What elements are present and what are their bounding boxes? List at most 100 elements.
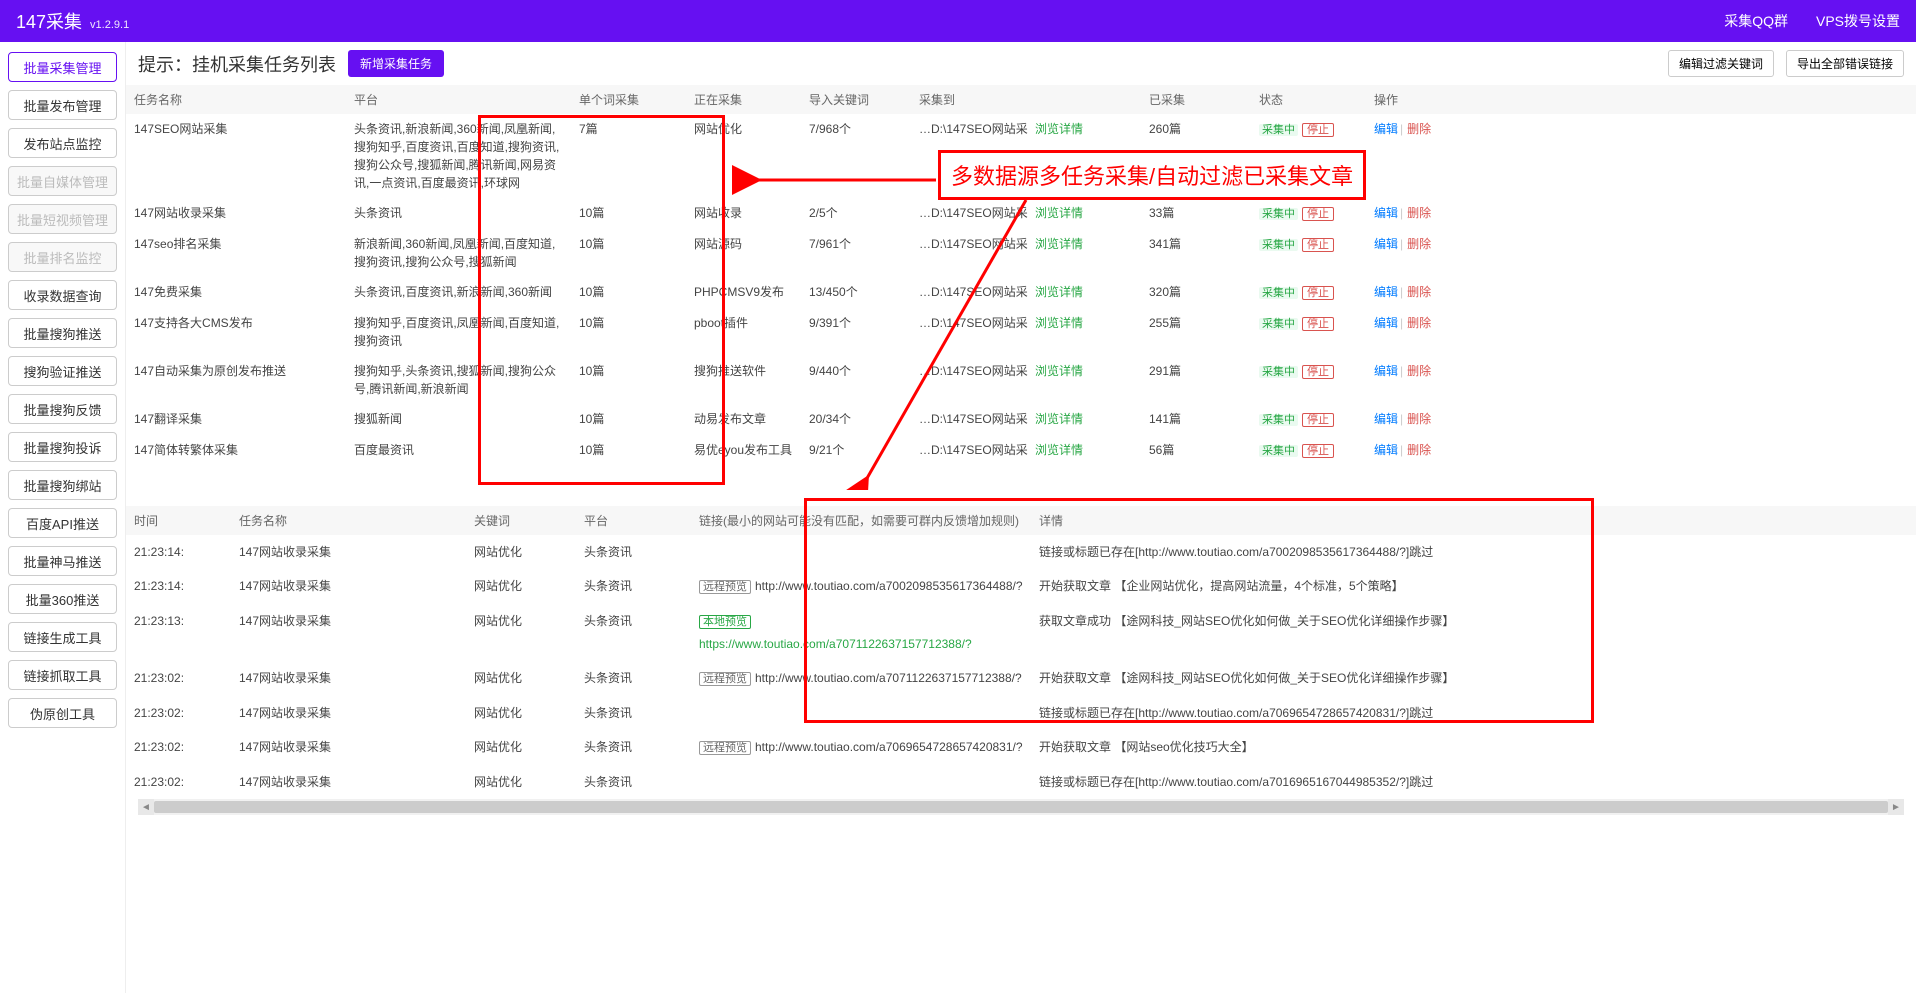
- sidebar-item-7[interactable]: 批量搜狗推送: [8, 318, 117, 348]
- remote-preview-badge[interactable]: 远程预览: [699, 741, 751, 755]
- stop-button[interactable]: 停止: [1302, 286, 1334, 300]
- task-name: 147seo排名采集: [126, 229, 346, 277]
- delete-link[interactable]: 删除: [1407, 206, 1431, 220]
- toolbar-hint: 提示：挂机采集任务列表: [138, 51, 336, 77]
- log-platform: 头条资讯: [576, 696, 691, 730]
- sidebar-item-6[interactable]: 收录数据查询: [8, 280, 117, 310]
- sidebar-item-12[interactable]: 百度API推送: [8, 508, 117, 538]
- status-badge: 采集中: [1259, 366, 1298, 378]
- task-row: 147支持各大CMS发布搜狗知乎,百度资讯,凤凰新闻,百度知道,搜狗资讯10篇p…: [126, 308, 1916, 356]
- log-url: http://www.toutiao.com/a7069654728657420…: [755, 740, 1023, 754]
- task-count: 56篇: [1141, 435, 1251, 466]
- sidebar-item-10[interactable]: 批量搜狗投诉: [8, 432, 117, 462]
- scroll-right-button[interactable]: ►: [1888, 799, 1904, 815]
- stop-button[interactable]: 停止: [1302, 365, 1334, 379]
- log-col-platform: 平台: [576, 506, 691, 535]
- scroll-thumb[interactable]: [154, 801, 1888, 813]
- sidebar-item-9[interactable]: 批量搜狗反馈: [8, 394, 117, 424]
- delete-link[interactable]: 删除: [1407, 316, 1431, 330]
- detail-link[interactable]: 浏览详情: [1035, 364, 1083, 378]
- task-ops: 编辑|删除: [1366, 404, 1916, 435]
- task-status: 采集中停止: [1251, 198, 1366, 229]
- scroll-left-button[interactable]: ◄: [138, 799, 154, 815]
- remote-preview-badge[interactable]: 远程预览: [699, 672, 751, 686]
- delete-link[interactable]: 删除: [1407, 122, 1431, 136]
- remote-preview-badge[interactable]: 远程预览: [699, 580, 751, 594]
- sidebar-item-0[interactable]: 批量采集管理: [8, 52, 117, 82]
- edit-link[interactable]: 编辑: [1374, 285, 1398, 299]
- delete-link[interactable]: 删除: [1407, 412, 1431, 426]
- col-platform: 平台: [346, 85, 571, 114]
- sidebar-item-1[interactable]: 批量发布管理: [8, 90, 117, 120]
- stop-button[interactable]: 停止: [1302, 238, 1334, 252]
- detail-link[interactable]: 浏览详情: [1035, 237, 1083, 251]
- stop-button[interactable]: 停止: [1302, 317, 1334, 331]
- task-row: 147免费采集头条资讯,百度资讯,新浪新闻,360新闻10篇PHPCMSV9发布…: [126, 277, 1916, 308]
- filter-keywords-button[interactable]: 编辑过滤关键词: [1668, 50, 1774, 77]
- sidebar-item-15[interactable]: 链接生成工具: [8, 622, 117, 652]
- sidebar-item-3: 批量自媒体管理: [8, 166, 117, 196]
- sidebar-item-8[interactable]: 搜狗验证推送: [8, 356, 117, 386]
- delete-link[interactable]: 删除: [1407, 443, 1431, 457]
- col-imp: 导入关键词: [801, 85, 911, 114]
- edit-link[interactable]: 编辑: [1374, 443, 1398, 457]
- sidebar-item-14[interactable]: 批量360推送: [8, 584, 117, 614]
- edit-link[interactable]: 编辑: [1374, 206, 1398, 220]
- log-time: 21:23:02:: [126, 730, 231, 765]
- delete-link[interactable]: 删除: [1407, 364, 1431, 378]
- detail-link[interactable]: 浏览详情: [1035, 316, 1083, 330]
- task-row: 147翻译采集搜狐新闻10篇动易发布文章20/34个…D:\147SEO网站采 …: [126, 404, 1916, 435]
- detail-link[interactable]: 浏览详情: [1035, 122, 1083, 136]
- col-name: 任务名称: [126, 85, 346, 114]
- sidebar-item-17[interactable]: 伪原创工具: [8, 698, 117, 728]
- edit-link[interactable]: 编辑: [1374, 316, 1398, 330]
- task-single: 10篇: [571, 308, 686, 356]
- task-name: 147支持各大CMS发布: [126, 308, 346, 356]
- log-col-link: 链接(最小的网站可能没有匹配，如需要可群内反馈增加规则): [691, 506, 1031, 535]
- log-col-name: 任务名称: [231, 506, 466, 535]
- log-platform: 头条资讯: [576, 730, 691, 765]
- log-kw: 网站优化: [466, 696, 576, 730]
- add-task-button[interactable]: 新增采集任务: [348, 50, 444, 77]
- detail-link[interactable]: 浏览详情: [1035, 412, 1083, 426]
- edit-link[interactable]: 编辑: [1374, 412, 1398, 426]
- header-link-qq[interactable]: 采集QQ群: [1724, 11, 1788, 31]
- status-badge: 采集中: [1259, 318, 1298, 330]
- status-badge: 采集中: [1259, 239, 1298, 251]
- stop-button[interactable]: 停止: [1302, 413, 1334, 427]
- log-row: 21:23:02:147网站收录采集网站优化头条资讯链接或标题已存在[http:…: [126, 696, 1916, 730]
- sidebar-item-2[interactable]: 发布站点监控: [8, 128, 117, 158]
- export-errors-button[interactable]: 导出全部错误链接: [1786, 50, 1904, 77]
- log-kw: 网站优化: [466, 569, 576, 604]
- main-panel: 提示：挂机采集任务列表 新增采集任务 编辑过滤关键词 导出全部错误链接 任务名称…: [125, 42, 1916, 993]
- detail-link[interactable]: 浏览详情: [1035, 285, 1083, 299]
- task-imp: 7/961个: [801, 229, 911, 277]
- detail-link[interactable]: 浏览详情: [1035, 443, 1083, 457]
- log-link: [691, 535, 1031, 569]
- log-time: 21:23:02:: [126, 765, 231, 799]
- task-row: 147网站收录采集头条资讯10篇网站收录2/5个…D:\147SEO网站采 浏览…: [126, 198, 1916, 229]
- sidebar-item-13[interactable]: 批量神马推送: [8, 546, 117, 576]
- task-platform: 百度最资讯: [346, 435, 571, 466]
- sidebar-item-11[interactable]: 批量搜狗绑站: [8, 470, 117, 500]
- detail-link[interactable]: 浏览详情: [1035, 206, 1083, 220]
- delete-link[interactable]: 删除: [1407, 285, 1431, 299]
- stop-button[interactable]: 停止: [1302, 444, 1334, 458]
- stop-button[interactable]: 停止: [1302, 207, 1334, 221]
- local-preview-badge[interactable]: 本地预览: [699, 615, 751, 629]
- sidebar-item-16[interactable]: 链接抓取工具: [8, 660, 117, 690]
- log-link: [691, 765, 1031, 799]
- edit-link[interactable]: 编辑: [1374, 122, 1398, 136]
- stop-button[interactable]: 停止: [1302, 123, 1334, 137]
- task-current: 动易发布文章: [686, 404, 801, 435]
- header-link-vps[interactable]: VPS拨号设置: [1816, 11, 1900, 31]
- edit-link[interactable]: 编辑: [1374, 364, 1398, 378]
- log-platform: 头条资讯: [576, 661, 691, 696]
- delete-link[interactable]: 删除: [1407, 237, 1431, 251]
- horizontal-scrollbar[interactable]: ◄ ►: [138, 799, 1904, 815]
- edit-link[interactable]: 编辑: [1374, 237, 1398, 251]
- col-single: 单个词采集: [571, 85, 686, 114]
- log-platform: 头条资讯: [576, 569, 691, 604]
- task-platform: 头条资讯,百度资讯,新浪新闻,360新闻: [346, 277, 571, 308]
- log-link: 远程预览http://www.toutiao.com/a700209853561…: [691, 569, 1031, 604]
